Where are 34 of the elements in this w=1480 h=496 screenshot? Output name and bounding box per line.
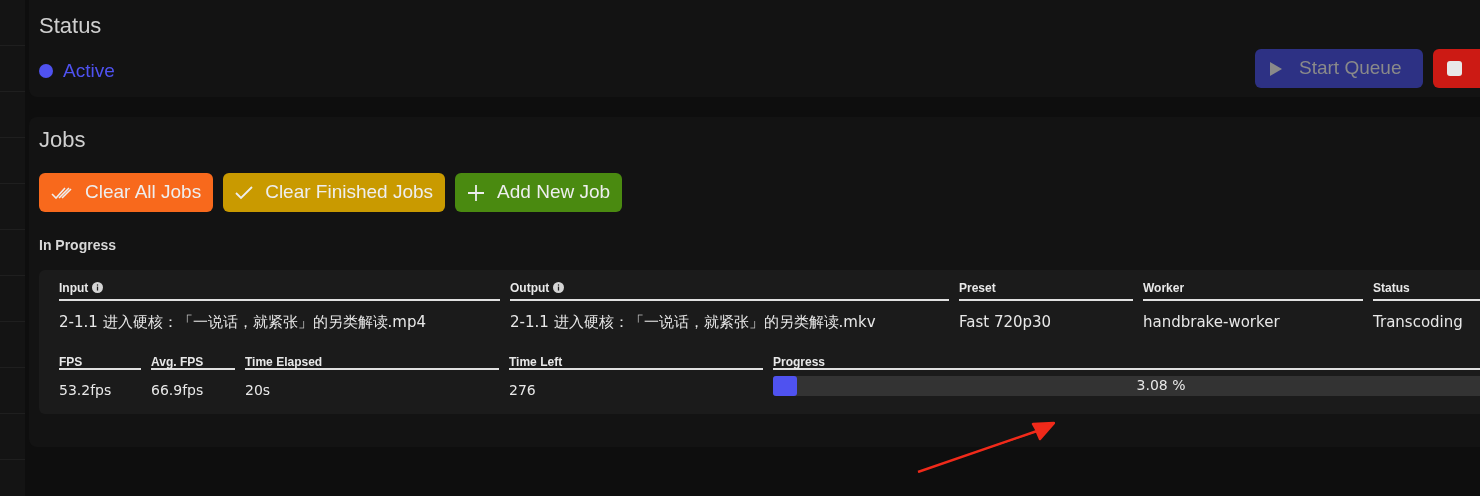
column-label: Output (510, 281, 550, 294)
column-label: Time Left (509, 354, 563, 369)
column-label: Progress (773, 354, 826, 369)
column-value: 2-1.1 进入硬核：「一说话，就紧张」的另类解读.mkv (510, 312, 877, 333)
progress-reading: 3.08 % (1136, 376, 1186, 395)
jobs-title: Jobs (39, 129, 87, 151)
column-value: 53.2fps (59, 380, 113, 400)
play-icon (1269, 60, 1283, 77)
column-label: Time Elapsed (245, 354, 323, 369)
job-action-button[interactable]: Clear Finished Jobs (223, 173, 446, 212)
column-value: 20s (245, 380, 272, 400)
column-label: Status (1373, 281, 1410, 294)
job-action-button[interactable]: Clear All Jobs (39, 173, 214, 212)
column-label: Input (59, 281, 89, 294)
column-value: Fast 720p30 (959, 312, 1053, 333)
column-value: handbrake-worker (1143, 312, 1281, 333)
column-value: 276 (509, 380, 537, 400)
column-value: 2-1.1 进入硬核：「一说话，就紧张」的另类解读.mp4 (59, 312, 428, 333)
column-label: Preset (959, 281, 996, 294)
column-value: 66.9fps (151, 380, 205, 400)
check-icon (235, 185, 254, 200)
section-heading: In Progress (39, 236, 118, 255)
column-label: FPS (59, 354, 83, 369)
info-icon (92, 282, 104, 293)
column-value: Transcoding (1373, 312, 1464, 333)
status-title: Status (39, 15, 103, 37)
double-check-icon (51, 185, 73, 200)
column-label: Avg. FPS (151, 354, 204, 369)
plus-icon (467, 183, 486, 202)
column-label: Worker (1143, 281, 1185, 294)
status-label: Active (63, 61, 115, 80)
stop-icon (1447, 61, 1462, 76)
info-icon (553, 282, 565, 293)
job-action-button[interactable]: Add New Job (455, 173, 623, 212)
